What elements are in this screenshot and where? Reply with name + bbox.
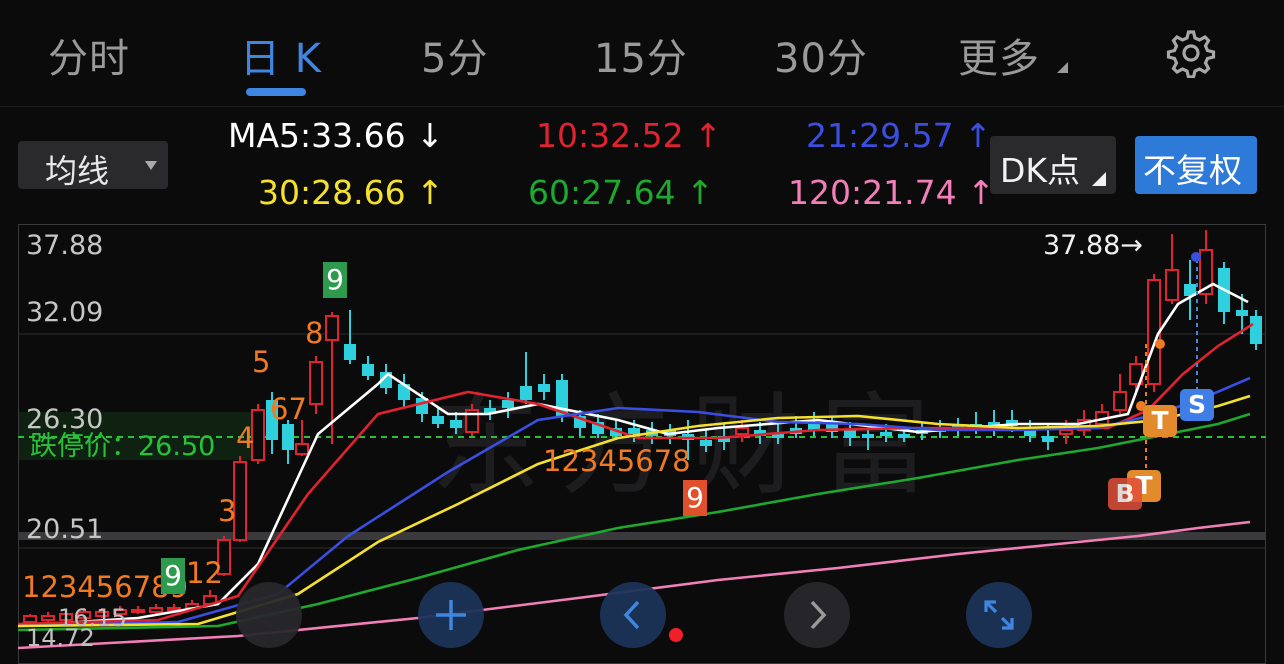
marker-b[interactable]: B	[1108, 478, 1142, 510]
ma21-value: 21:29.57 ↑	[806, 116, 992, 155]
high-price-note: 37.88→	[1043, 230, 1143, 261]
seq-rise-9: 9	[323, 262, 347, 298]
marker-s[interactable]: S	[1180, 389, 1214, 421]
chevron-down-icon	[145, 161, 157, 170]
plus-icon	[436, 600, 466, 630]
min-price-label: 14.72	[26, 624, 95, 652]
ma-selector[interactable]: 均线	[18, 141, 168, 190]
no-adjust-button[interactable]: 不复权	[1135, 136, 1257, 194]
limit-down-label: 跌停价：26.50	[30, 431, 216, 462]
ma120-value: 120:21.74 ↑	[788, 173, 995, 212]
seq-mid: 12345678	[543, 444, 691, 478]
next-button[interactable]	[784, 582, 850, 648]
tab-30min[interactable]: 30分	[774, 26, 868, 84]
seq-rise-5: 5	[252, 345, 271, 379]
tab-intraday[interactable]: 分时	[48, 26, 130, 84]
seq-mid-9: 9	[683, 480, 707, 516]
notification-dot	[669, 628, 683, 642]
tab-daily-k[interactable]: 日 K	[240, 26, 322, 84]
y-label-2: 32.09	[26, 297, 104, 328]
y-label-4: 20.51	[26, 514, 104, 545]
period-tabs: 分时 日 K 5分 15分 30分 更多	[0, 0, 1284, 107]
prev-button[interactable]	[600, 582, 666, 648]
corner-triangle-icon	[1092, 172, 1106, 186]
chevron-right-icon	[810, 600, 827, 630]
seq-rise-67: 67	[270, 392, 307, 426]
y-label-top: 37.88	[26, 230, 104, 261]
prev-pan-icon	[236, 582, 302, 648]
seq-early-tail: 12	[186, 556, 223, 590]
seq-rise-3: 3	[218, 494, 237, 528]
seq-early-9: 9	[161, 558, 185, 594]
ma60-value: 60:27.64 ↑	[528, 173, 714, 212]
pan-left-button[interactable]	[236, 582, 302, 648]
active-tab-indicator	[246, 88, 306, 96]
seq-rise-9-text: 9	[326, 263, 344, 296]
seq-mid-9-text: 9	[686, 481, 704, 514]
seq-early-9-text: 9	[164, 559, 182, 592]
ma10-value: 10:32.52 ↑	[536, 116, 722, 155]
dk-point-label: DK点	[1000, 151, 1081, 190]
fullscreen-button[interactable]	[966, 582, 1032, 648]
tab-15min[interactable]: 15分	[594, 26, 688, 84]
fullscreen-icon	[984, 600, 1014, 630]
ma30-value: 30:28.66 ↑	[258, 173, 444, 212]
more-caret-icon	[1057, 62, 1068, 73]
tab-5min[interactable]: 5分	[421, 26, 488, 84]
seq-rise-4: 4	[236, 421, 255, 455]
no-adjust-label: 不复权	[1143, 151, 1242, 190]
ma5-value: MA5:33.66 ↓	[228, 116, 444, 155]
dk-point-button[interactable]: DK点	[990, 136, 1116, 194]
gear-icon[interactable]	[1166, 28, 1216, 78]
ma-selector-label: 均线	[45, 152, 110, 190]
tab-more[interactable]: 更多	[958, 26, 1040, 84]
seq-rise-8: 8	[305, 316, 324, 350]
marker-t-upper[interactable]: T	[1143, 405, 1177, 437]
zoom-in-button[interactable]	[418, 582, 484, 648]
chevron-left-icon	[623, 600, 640, 630]
